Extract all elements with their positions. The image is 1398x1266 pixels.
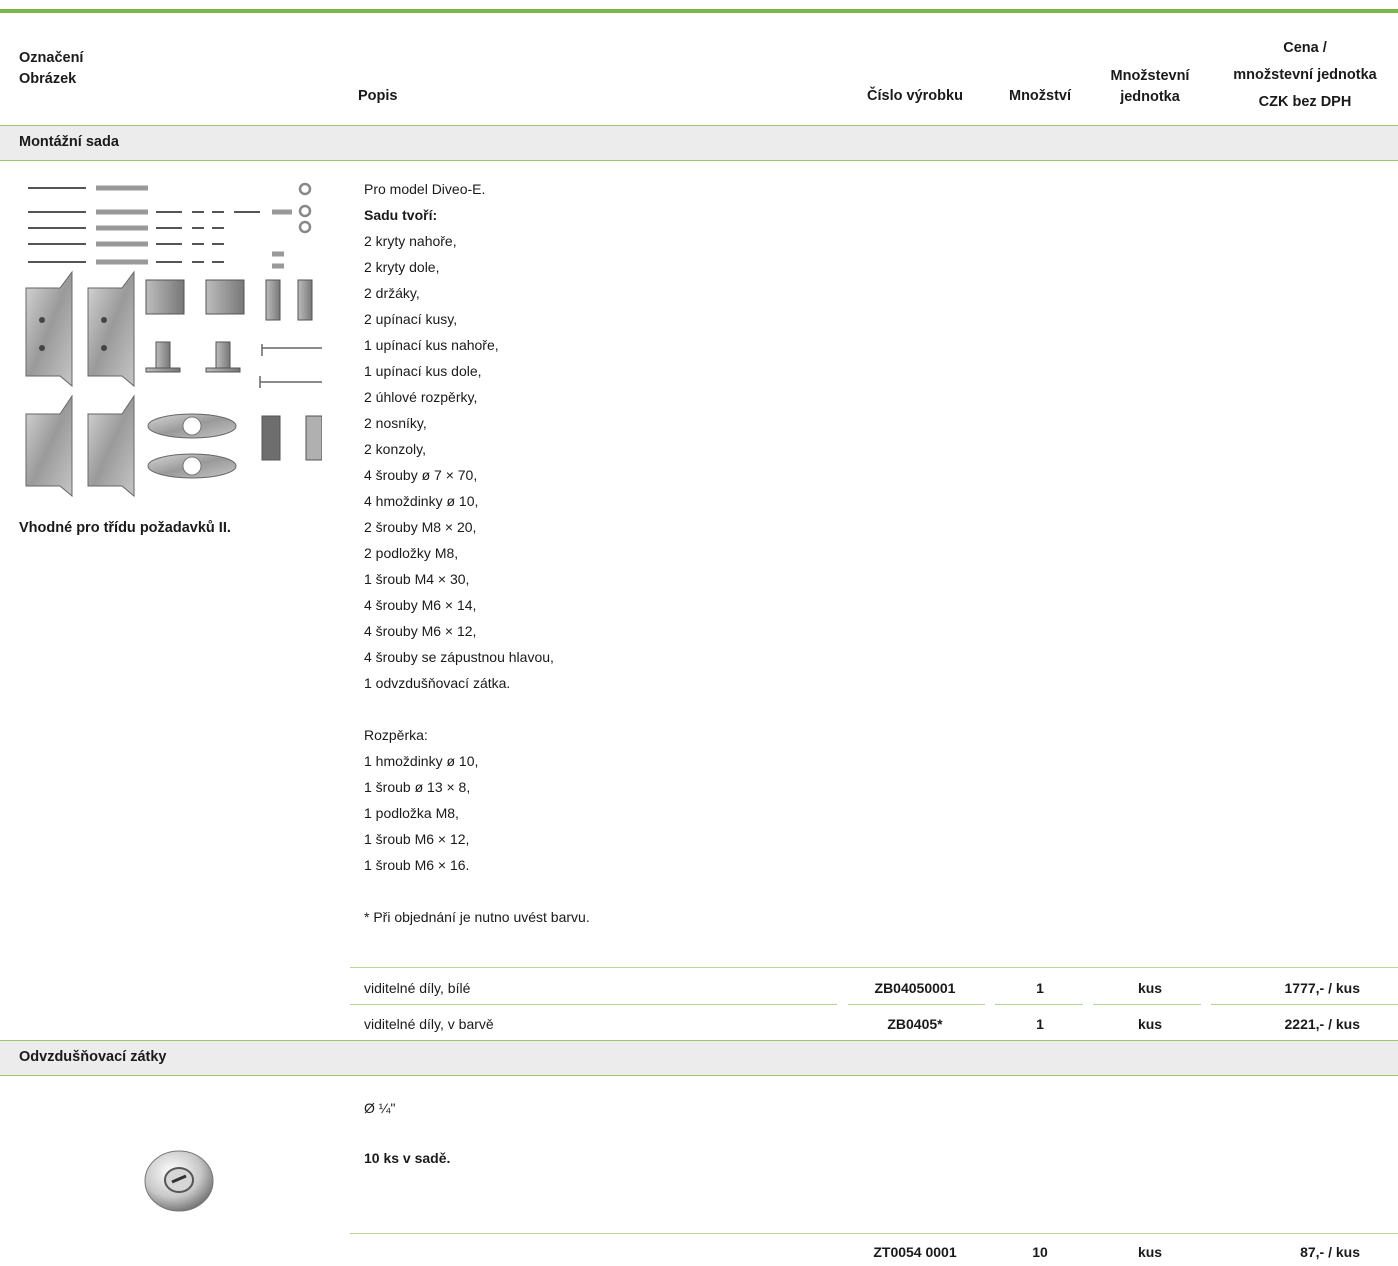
header-description: Popis: [358, 88, 398, 104]
spacer-item: 1 šroub ø 13 × 8,: [364, 779, 471, 795]
kit-item: 2 kryty nahoře,: [364, 233, 457, 249]
kit-item: 1 odvzdušňovací zátka.: [364, 675, 511, 691]
spacer-item: 1 hmoždinky ø 10,: [364, 753, 479, 769]
kit-item: 2 šrouby M8 × 20,: [364, 519, 477, 535]
row-divider: [1093, 1004, 1201, 1005]
kit-item: 4 šrouby M6 × 14,: [364, 597, 477, 613]
row-divider: [995, 1004, 1083, 1005]
kit-item: 4 šrouby se zápustnou hlavou,: [364, 649, 554, 665]
spacer-item: 1 šroub M6 × 16.: [364, 857, 470, 873]
row-divider: [848, 1004, 985, 1005]
kit-item: 2 upínací kusy,: [364, 311, 458, 327]
kit-item: 2 podložky M8,: [364, 545, 459, 561]
row-divider: [350, 1233, 1398, 1234]
mounting-kit-description: Pro model Diveo-E. Sadu tvoří: 2 kryty n…: [364, 176, 590, 930]
row-divider: [350, 967, 1398, 968]
kit-item: 2 konzoly,: [364, 441, 426, 457]
kit-item: 1 šroub M4 × 30,: [364, 571, 470, 587]
section-header-mounting-kit: Montážní sada: [0, 125, 1398, 161]
header-label: Označení Obrázek: [19, 50, 84, 87]
spacer-item: 1 podložka M8,: [364, 805, 459, 821]
kit-item: 4 hmoždinky ø 10,: [364, 493, 479, 509]
air-vent-description: Ø ¼" 10 ks v sadě.: [364, 1095, 450, 1171]
header-price: Cena / množstevní jednotka CZK bez DPH: [1233, 40, 1377, 110]
kit-item: 2 držáky,: [364, 285, 420, 301]
kit-item: 2 nosníky,: [364, 415, 427, 431]
air-vent-size: Ø ¼": [364, 1100, 396, 1116]
row-divider: [350, 1004, 837, 1005]
mounting-kit-image: [25, 182, 322, 498]
spacer-item: 1 šroub M6 × 12,: [364, 831, 470, 847]
kit-item: 1 upínací kus nahoře,: [364, 337, 499, 353]
top-accent-bar: [0, 9, 1398, 13]
header-quantity: Množství: [1008, 88, 1072, 104]
kit-item: 2 kryty dole,: [364, 259, 440, 275]
kit-item: 2 úhlové rozpěrky,: [364, 389, 478, 405]
kit-item: 1 upínací kus dole,: [364, 363, 482, 379]
air-vent-pack-note: 10 ks v sadě.: [364, 1150, 451, 1166]
air-vent-image: [144, 1150, 214, 1212]
row-divider: [1211, 1004, 1398, 1005]
requirement-class-note: Vhodné pro třídu požadavků II.: [19, 520, 231, 536]
kit-item: 4 šrouby M6 × 12,: [364, 623, 477, 639]
header-unit: Množstevní jednotka: [1110, 68, 1190, 105]
kit-item: 4 šrouby ø 7 × 70,: [364, 467, 478, 483]
section-header-air-vents: Odvzdušňovací zátky: [0, 1040, 1398, 1076]
header-product-number: Číslo výrobku: [867, 88, 963, 104]
color-footnote: * Při objednání je nutno uvést barvu.: [364, 909, 590, 925]
